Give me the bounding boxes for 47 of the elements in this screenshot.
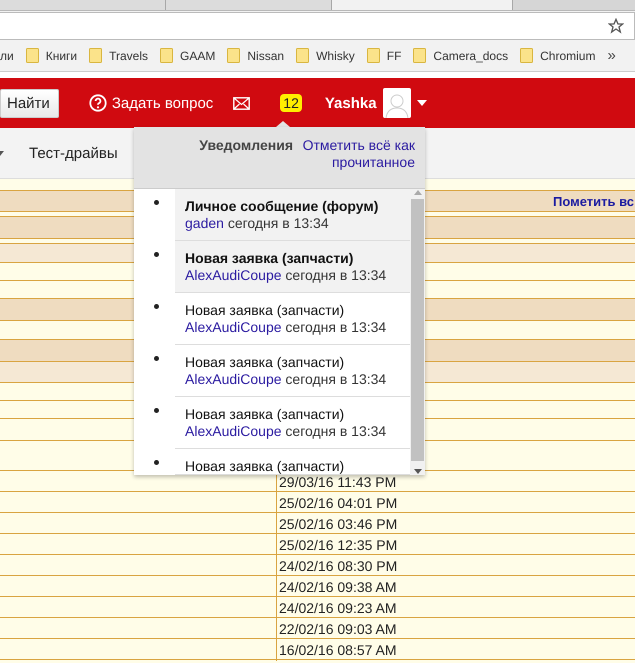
notification-item[interactable]: Новая заявка (запчасти) AlexAudiCoupe сегодня в 13:34	[175, 241, 410, 293]
nav-link[interactable]: Тест-драйвы	[29, 144, 118, 162]
search-button[interactable]: Найти	[0, 88, 59, 118]
help-icon	[88, 94, 107, 112]
avatar-icon[interactable]	[382, 88, 411, 118]
ask-question-link[interactable]: Задать вопрос	[112, 94, 214, 112]
date-cell: 16/02/16 08:57 AM	[276, 639, 635, 661]
star-icon[interactable]	[608, 18, 624, 34]
more-bookmarks[interactable]: »	[607, 47, 616, 64]
bookmark[interactable]: Camera_docs	[433, 48, 508, 62]
bullet-icon	[154, 460, 159, 465]
bookmark[interactable]: FF	[386, 48, 402, 62]
bookmark[interactable]: Travels	[109, 48, 148, 62]
bullet-icon	[154, 356, 159, 361]
bookmark[interactable]: GAAM	[180, 48, 216, 62]
bookmark[interactable]: Chromium	[540, 48, 596, 62]
bullet-icon	[154, 408, 159, 413]
scroll-down-icon[interactable]	[414, 467, 422, 475]
date-cell: 24/02/16 09:38 AM	[276, 576, 635, 598]
mark-read-link[interactable]: Отметить всё как прочитанное	[297, 137, 415, 171]
date-cell: 25/02/16 12:35 PM	[276, 534, 635, 556]
author-link[interactable]: AlexAudiCoupe	[185, 371, 282, 387]
bookmark[interactable]: Nissan	[247, 48, 284, 62]
bookmark[interactable]: Книги	[46, 48, 78, 62]
dropdown-title: Уведомления	[199, 137, 293, 154]
date-cell: 25/02/16 04:01 PM	[276, 492, 635, 514]
bookmark[interactable]: Whisky	[316, 48, 355, 62]
bookmark[interactable]: ли	[0, 48, 14, 62]
bullet-icon	[154, 304, 159, 309]
bullet-icon	[154, 200, 159, 205]
date-cell: 25/02/16 03:46 PM	[276, 513, 635, 535]
date-cell: 24/02/16 09:23 AM	[276, 597, 635, 619]
author-link[interactable]: gaden	[185, 215, 224, 231]
caret-icon[interactable]	[0, 150, 4, 156]
author-link[interactable]: AlexAudiCoupe	[185, 319, 282, 335]
author-link[interactable]: AlexAudiCoupe	[185, 267, 282, 283]
caret-icon[interactable]	[416, 100, 427, 106]
user-name[interactable]: Yashka	[324, 94, 377, 112]
notification-count[interactable]: 12	[280, 94, 302, 112]
date-cell: 24/02/16 08:30 PM	[276, 555, 635, 577]
scrollbar[interactable]	[410, 189, 425, 475]
mail-icon[interactable]	[233, 96, 250, 110]
date-cell: 22/02/16 09:03 AM	[276, 618, 635, 640]
mark-all-link[interactable]: Пометить вс	[552, 194, 634, 208]
notification-item[interactable]: Личное сообщение (форум) gaden сегодня в 13:34	[175, 189, 410, 241]
bullet-icon	[154, 252, 159, 257]
author-link[interactable]: AlexAudiCoupe	[185, 423, 282, 439]
